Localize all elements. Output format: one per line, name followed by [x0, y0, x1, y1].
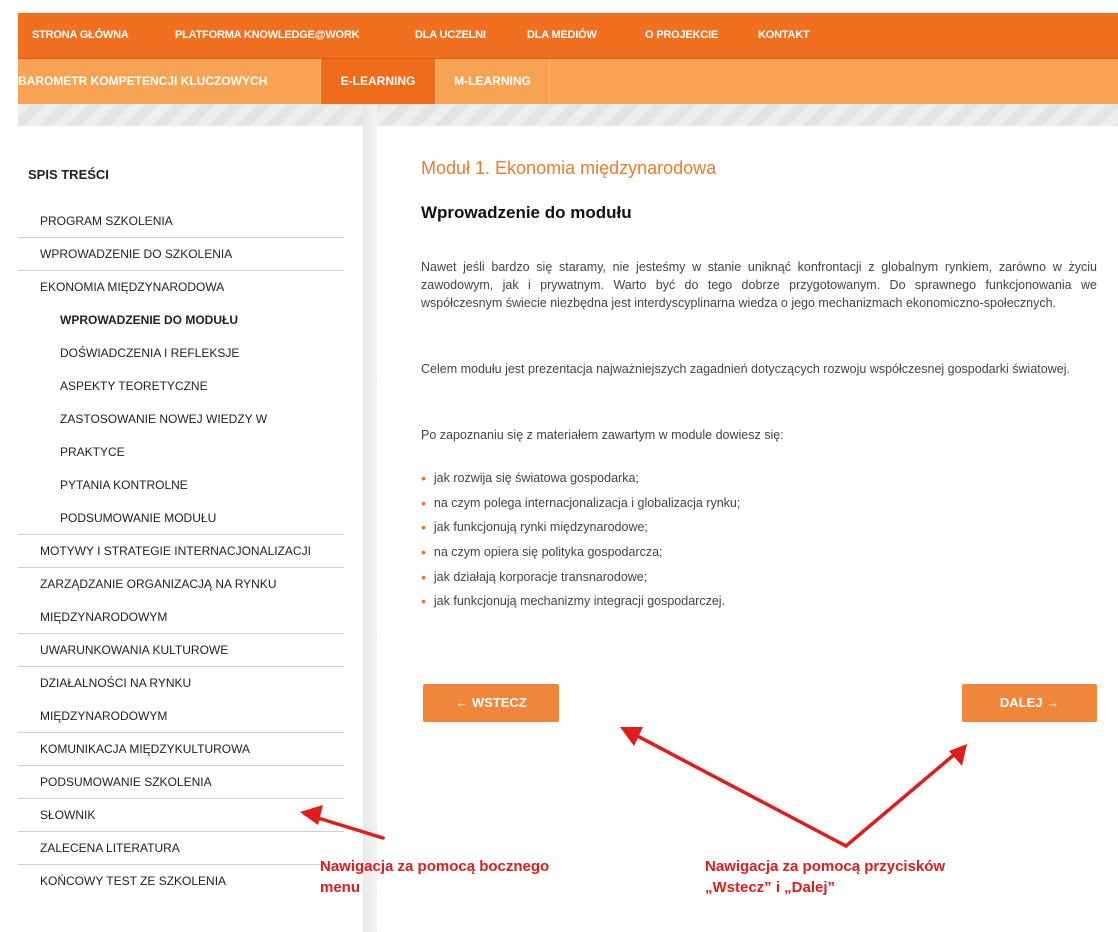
- bullet-icon: •: [421, 470, 426, 487]
- nav-dla-mediow[interactable]: DLA MEDIÓW: [527, 29, 597, 41]
- sub-navigation-bar: BAROMETR KOMPETENCJI KLUCZOWYCH E-LEARNI…: [18, 59, 1118, 104]
- goal-paragraph: Celem modułu jest prezentacja najważniej…: [421, 362, 1070, 376]
- section-title: Wprowadzenie do modułu: [421, 203, 632, 222]
- list-item-text: jak funkcjonują rynki międzynarodowe;: [433, 520, 648, 535]
- back-button[interactable]: ← WSTECZ: [423, 684, 559, 722]
- outcomes-list: • jak rozwija się światowa gospodarka; • n…: [421, 466, 740, 614]
- module-title: Moduł 1. Ekonomia międzynarodowa: [421, 158, 717, 178]
- toc-item-zarzadzanie[interactable]: ZARZĄDZANIE ORGANIZACJĄ NA RYNKU: [18, 568, 344, 601]
- tab-m-learning[interactable]: M-LEARNING: [436, 59, 549, 104]
- bullet-icon: •: [421, 494, 426, 511]
- toc-title: SPIS TREŚCI: [28, 167, 109, 182]
- toc-item-test-koncowy[interactable]: KOŃCOWY TEST ZE SZKOLENIA: [18, 865, 344, 898]
- list-item-text: jak funkcjonują mechanizmy integracji go…: [433, 594, 726, 609]
- toc-item-wprowadzenie-do-szkolenia[interactable]: WPROWADZENIE DO SZKOLENIA: [18, 238, 344, 271]
- list-item: • na czym opiera się polityka gospodarcza…: [421, 540, 740, 565]
- list-item-text: jak rozwija się światowa gospodarka;: [433, 471, 639, 486]
- list-item: • jak funkcjonują mechanizmy integracji g…: [421, 589, 740, 614]
- next-button[interactable]: DALEJ →: [962, 684, 1097, 722]
- outcomes-intro: Po zapoznaniu się z materiałem zawartym …: [421, 428, 784, 442]
- bullet-icon: •: [421, 519, 426, 536]
- toc-subitem-aspekty-teoretyczne[interactable]: ASPEKTY TEORETYCZNE: [18, 370, 344, 403]
- top-navigation-bar: STRONA GŁÓWNA PLATFORMA KNOWLEDGE@WORK D…: [18, 13, 1118, 59]
- toc-subitem-wprowadzenie-do-modulu[interactable]: WPROWADZENIE DO MODUŁU: [18, 304, 344, 337]
- toc-item-uwarunkowania[interactable]: UWARUNKOWANIA KULTUROWE: [18, 634, 344, 667]
- toc-subitem-zastosowanie[interactable]: ZASTOSOWANIE NOWEJ WIEDZY W: [18, 403, 344, 436]
- column-divider: [363, 104, 377, 932]
- annotation-buttons-line2: „Wstecz” i „Dalej”: [705, 879, 836, 896]
- nav-platforma[interactable]: PLATFORMA KNOWLEDGE@WORK: [175, 29, 360, 41]
- toc-item-literatura[interactable]: ZALECENA LITERATURA: [18, 832, 344, 865]
- toc-item-komunikacja[interactable]: KOMUNIKACJA MIĘDZYKULTUROWA: [18, 733, 344, 766]
- nav-dla-uczelni[interactable]: DLA UCZELNI: [415, 29, 486, 41]
- list-item: • jak rozwija się światowa gospodarka;: [421, 466, 740, 491]
- list-item: • jak funkcjonują rynki międzynarodowe;: [421, 515, 740, 540]
- toc-item-slownik[interactable]: SŁOWNIK: [18, 799, 344, 832]
- list-item-text: na czym opiera się polityka gospodarcza;: [433, 545, 663, 560]
- bullet-icon: •: [421, 568, 426, 585]
- toc-item-ekonomia-miedzynarodowa[interactable]: EKONOMIA MIĘDZYNARODOWA: [18, 271, 344, 304]
- tab-barometr[interactable]: BAROMETR KOMPETENCJI KLUCZOWYCH: [18, 59, 279, 104]
- toc-item-program-szkolenia[interactable]: PROGRAM SZKOLENIA: [18, 205, 344, 238]
- bullet-icon: •: [421, 593, 426, 610]
- list-item: • jak działają korporacje transnarodowe;: [421, 564, 740, 589]
- toc-subitem-zastosowanie-cont[interactable]: PRAKTYCE: [18, 436, 344, 469]
- annotation-buttons-label: Nawigacja za pomocą przycisków „Wstecz” …: [705, 856, 945, 898]
- toc-subitem-doswiadczenia[interactable]: DOŚWIADCZENIA I REFLEKSJE: [18, 337, 344, 370]
- annotation-buttons-line1: Nawigacja za pomocą przycisków: [705, 858, 946, 875]
- list-item-text: jak działają korporacje transnarodowe;: [433, 569, 648, 584]
- tab-e-learning[interactable]: E-LEARNING: [321, 59, 435, 104]
- toc-list: PROGRAM SZKOLENIA WPROWADZENIE DO SZKOLE…: [18, 205, 344, 898]
- toc-subitem-podsumowanie-modulu[interactable]: PODSUMOWANIE MODUŁU: [18, 502, 344, 535]
- annotation-sidebar-line1: Nawigacja za pomocą bocznego: [320, 858, 550, 875]
- sidebar: SPIS TREŚCI PROGRAM SZKOLENIA WPROWADZEN…: [18, 126, 363, 932]
- nav-o-projekcie[interactable]: O PROJEKCIE: [645, 29, 718, 41]
- nav-strona-glowna[interactable]: STRONA GŁÓWNA: [32, 29, 129, 41]
- toc-item-motywy[interactable]: MOTYWY I STRATEGIE INTERNACJONALIZACJI: [18, 535, 344, 568]
- intro-paragraph: Nawet jeśli bardzo się staramy, nie jest…: [421, 260, 1097, 310]
- list-item-text: na czym polega internacjonalizacja i glo…: [433, 495, 741, 510]
- decorative-stripe-band: [18, 104, 1118, 126]
- toc-item-dzialalnosci[interactable]: DZIAŁALNOŚCI NA RYNKU: [18, 667, 344, 700]
- annotation-sidebar-line2: menu: [320, 879, 361, 896]
- bullet-icon: •: [421, 544, 426, 561]
- list-item: • na czym polega internacjonalizacja i gl…: [421, 491, 740, 516]
- subnav-divider: [549, 59, 550, 104]
- toc-item-dzialalnosci-cont[interactable]: MIĘDZYNARODOWYM: [18, 700, 344, 733]
- annotation-sidebar-label: Nawigacja za pomocą bocznego menu: [320, 856, 549, 898]
- main-content: Moduł 1. Ekonomia międzynarodowa Wprowad…: [377, 126, 1118, 932]
- toc-item-podsumowanie-szkolenia[interactable]: PODSUMOWANIE SZKOLENIA: [18, 766, 344, 799]
- nav-kontakt[interactable]: KONTAKT: [758, 29, 810, 41]
- toc-item-zarzadzanie-cont[interactable]: MIĘDZYNARODOWYM: [18, 601, 344, 634]
- toc-subitem-pytania-kontrolne[interactable]: PYTANIA KONTROLNE: [18, 469, 344, 502]
